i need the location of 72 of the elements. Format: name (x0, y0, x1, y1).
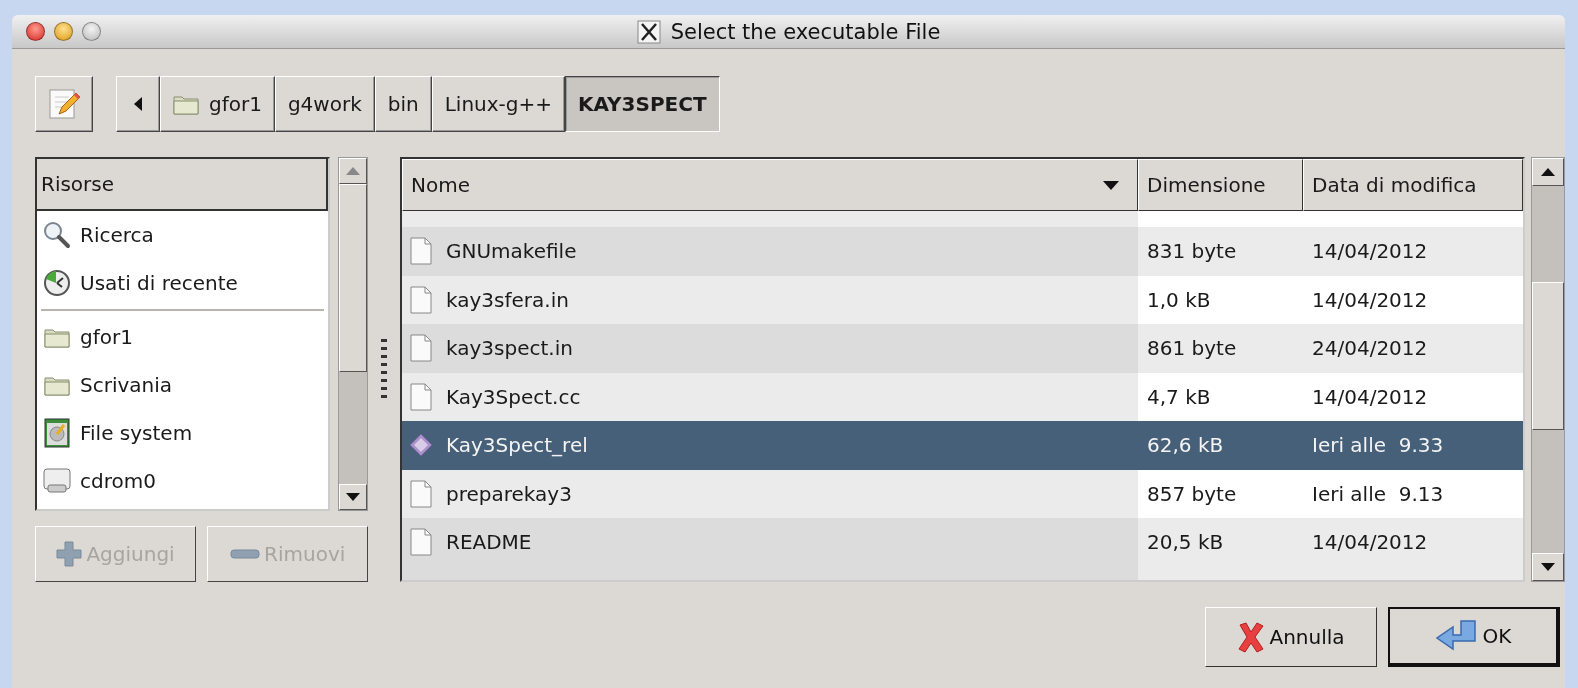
path-segment[interactable]: Linux-g++ (431, 76, 565, 132)
folder-icon (44, 374, 70, 396)
path-segment[interactable]: gfor1 (160, 76, 275, 132)
place-item[interactable]: cdrom0 (37, 457, 329, 505)
pencil-icon (47, 87, 81, 121)
disc-drive-icon (43, 468, 71, 494)
modified-date: 14/04/2012 (1312, 384, 1428, 409)
window-title: Select the executable File (670, 19, 941, 44)
place-item[interactable]: File system (37, 409, 329, 457)
cross-icon (1237, 621, 1266, 653)
maximize-button[interactable] (82, 22, 101, 41)
diamond-icon (409, 433, 433, 458)
document-icon (410, 285, 432, 314)
edit-location-button[interactable] (35, 76, 93, 132)
file-size: 20,5 kB (1147, 530, 1224, 555)
document-icon (410, 479, 432, 508)
scroll-left-button[interactable] (116, 76, 160, 132)
modified-date: 14/04/2012 (1312, 530, 1428, 555)
path-segment[interactable]: KAY3SPECT (565, 76, 720, 132)
file-name: Kay3Spect_rel (446, 433, 588, 458)
scrollbar[interactable] (338, 157, 369, 511)
file-name: GNUmakefile (446, 239, 577, 264)
return-arrow-icon (1434, 619, 1479, 653)
path-segment[interactable]: g4work (274, 76, 375, 132)
file-name: README (446, 530, 532, 555)
document-icon (410, 528, 432, 557)
place-item[interactable]: Usati di recente (37, 259, 329, 307)
file-size: 831 byte (1147, 239, 1237, 264)
file-name: preparekay3 (446, 481, 572, 506)
file-size: 857 byte (1147, 481, 1237, 506)
modified-date: Ieri alle 9.13 (1312, 481, 1444, 506)
scrollbar[interactable] (1531, 157, 1565, 582)
document-icon (410, 237, 432, 266)
file-name: kay3sfera.in (446, 287, 569, 312)
file-size: 1,0 kB (1147, 287, 1211, 312)
column-header[interactable]: Dimensione (1138, 159, 1303, 211)
drive-icon (44, 418, 70, 448)
folder-icon (44, 326, 70, 348)
app-icon (636, 19, 661, 44)
cancel-button[interactable]: Annulla (1205, 607, 1377, 667)
file-size: 4,7 kB (1147, 384, 1211, 409)
minimize-button[interactable] (54, 22, 73, 41)
document-icon (410, 334, 432, 363)
place-item[interactable]: Scrivania (37, 361, 329, 409)
place-item[interactable]: Ricerca (37, 211, 329, 259)
down-arrow-icon (346, 493, 361, 501)
document-icon (410, 382, 432, 411)
column-header[interactable]: Data di modifica (1303, 159, 1523, 211)
folder-icon (173, 93, 199, 115)
modified-date: Ieri alle 9.33 (1312, 433, 1444, 458)
column-header[interactable]: Nome (402, 159, 1138, 211)
ok-button[interactable]: OK (1388, 607, 1560, 667)
place-item[interactable]: gfor1 (37, 313, 329, 361)
sort-arrow-icon (1103, 180, 1119, 190)
modified-date: 14/04/2012 (1312, 287, 1428, 312)
column-header[interactable]: Risorse (37, 159, 329, 211)
down-arrow-icon (1541, 563, 1555, 571)
left-arrow-icon (134, 97, 142, 111)
clock-icon (43, 269, 71, 297)
close-button[interactable] (26, 22, 45, 41)
file-size: 62,6 kB (1147, 433, 1224, 458)
plus-icon (56, 541, 83, 567)
file-name: kay3spect.in (446, 336, 573, 361)
file-name: Kay3Spect.cc (446, 384, 581, 409)
file-size: 861 byte (1147, 336, 1237, 361)
search-icon (43, 221, 71, 249)
up-arrow-icon (346, 167, 361, 175)
minus-icon (230, 549, 261, 559)
up-arrow-icon (1541, 168, 1555, 176)
modified-date: 14/04/2012 (1312, 239, 1428, 264)
path-segment[interactable]: bin (374, 76, 432, 132)
modified-date: 24/04/2012 (1312, 336, 1428, 361)
